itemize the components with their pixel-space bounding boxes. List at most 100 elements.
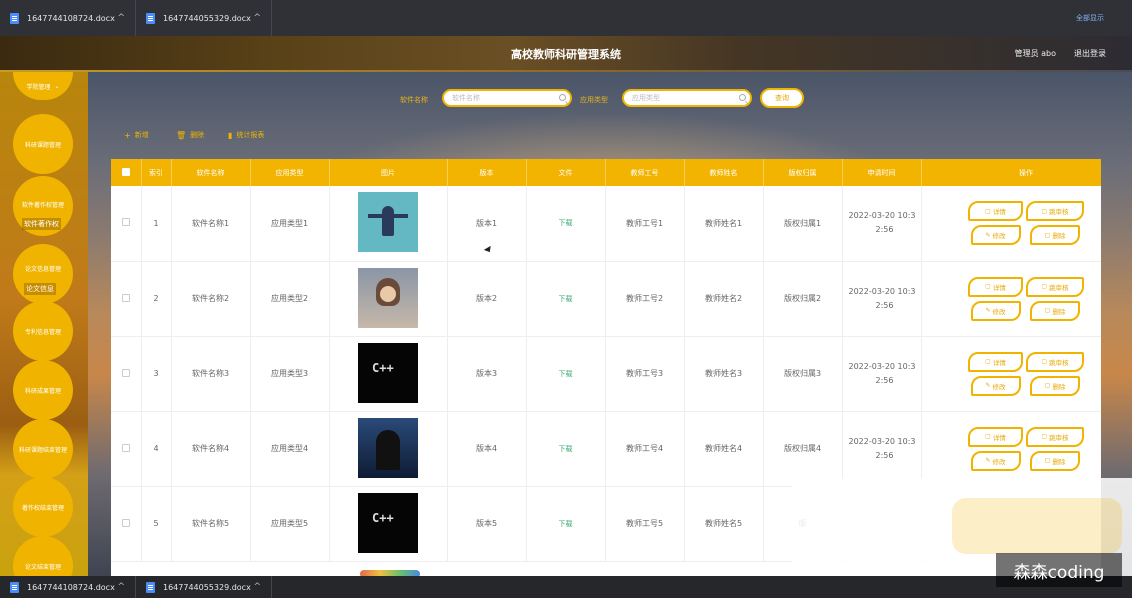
download-link[interactable]: 下载 [559, 445, 573, 453]
column-header: 操作 [921, 159, 1101, 186]
download-bar-bottom: 1647744108724.docx ^ 1647744055329.docx … [0, 576, 1132, 598]
edit-button[interactable]: ✎ 修改 [970, 450, 1021, 471]
column-header: 版本 [447, 159, 527, 186]
row-actions: ▢ 详情 ▢ 跳审核 ✎ 修改 ▢ 删除 [922, 426, 1102, 471]
owner-cell: 版权归属1 [763, 186, 843, 262]
review-button[interactable]: ▢ 跳审核 [1026, 351, 1084, 372]
delete-row-button[interactable]: ▢ 删除 [1030, 300, 1080, 321]
download-item[interactable]: 1647744108724.docx ^ [0, 576, 136, 598]
watermark: 森森coding [996, 553, 1122, 587]
select-all-checkbox-cell[interactable] [111, 159, 142, 186]
row-checkbox[interactable] [121, 218, 130, 227]
sidebar-item-label: 论文信息管理 [24, 266, 61, 273]
row-checkbox-cell[interactable] [111, 186, 142, 262]
download-link[interactable]: 下载 [559, 520, 573, 528]
edit-button[interactable]: ✎ 修改 [970, 300, 1021, 321]
row-checkbox[interactable] [121, 518, 130, 527]
file-cell: 下载 [526, 411, 606, 487]
software-image[interactable] [358, 267, 418, 328]
row-checkbox-cell[interactable] [111, 486, 142, 562]
trash-icon: ▢ [1044, 382, 1051, 389]
apply-time-line2: 2:56 [875, 450, 894, 460]
delete-row-button[interactable]: ▢ 删除 [1030, 225, 1080, 246]
query-button[interactable]: 查询 [760, 88, 804, 108]
software-name-search[interactable] [442, 89, 572, 107]
review-button[interactable]: ▢ 跳审核 [1026, 276, 1084, 297]
software-image[interactable] [358, 417, 418, 478]
table-row: 3 软件名称3 应用类型3 C++ 版本3 下载 教师工号3 教师姓名3 版权归… [111, 336, 1102, 412]
software-image[interactable]: C++ [358, 342, 418, 403]
edit-button[interactable]: ✎ 修改 [970, 375, 1021, 396]
sidebar-item-college[interactable]: 学院管理 ⌄ [13, 72, 73, 100]
software-name-input[interactable] [444, 91, 570, 105]
review-button[interactable]: ▢ 跳审核 [1026, 426, 1084, 447]
detail-button[interactable]: ▢ 详情 [968, 276, 1023, 297]
row-checkbox[interactable] [121, 293, 130, 302]
apply-time-line1: 2022-03-20 10:3 [848, 286, 916, 296]
row-checkbox[interactable] [121, 368, 130, 377]
sidebar-item-topic-conclusion[interactable]: 科研课题结束管理 [13, 419, 73, 479]
stats-report-button[interactable]: ▮ 统计报表 [228, 130, 264, 140]
select-all-checkbox[interactable] [121, 167, 130, 176]
download-filename: 1647744108724.docx [27, 13, 115, 23]
chevron-up-icon[interactable]: ^ [117, 582, 125, 592]
sidebar-item-paper-conclusion[interactable]: 论文结束管理 [13, 536, 73, 576]
image-cell: C++ [329, 486, 448, 562]
delete-row-button[interactable]: ▢ 删除 [1030, 375, 1080, 396]
row-checkbox-cell[interactable] [111, 411, 142, 487]
row-checkbox-cell[interactable] [111, 336, 142, 412]
app-type-input[interactable] [624, 91, 750, 105]
sidebar-item-patent[interactable]: 专利信息管理 [13, 301, 73, 361]
sidebar-item-label: 科研课题结束管理 [18, 446, 67, 454]
add-button[interactable]: + 新增 [124, 130, 149, 140]
sidebar-item-research-topic[interactable]: 科研课题管理 [13, 114, 73, 174]
column-header: 应用类型 [250, 159, 330, 186]
sidebar-item-paper-info[interactable]: 论文信息管理 [13, 244, 73, 304]
trash-icon: ▢ [1044, 231, 1051, 239]
download-link[interactable]: 下载 [559, 370, 573, 378]
detail-button[interactable]: ▢ 详情 [968, 351, 1023, 372]
software-name-cell: 软件名称2 [171, 261, 251, 337]
chevron-down-icon: ⌄ [54, 82, 60, 90]
review-button[interactable]: ▢ 跳审核 [1026, 201, 1084, 222]
download-item[interactable]: 1647744055329.docx ^ [136, 576, 272, 598]
row-checkbox-cell[interactable] [111, 261, 142, 337]
detail-button[interactable]: ▢ 详情 [968, 426, 1023, 447]
sidebar-item-copyright-conclusion[interactable]: 著作权结束管理 [13, 477, 73, 537]
version-cell: 版本2 [447, 261, 527, 337]
teacher-name-cell: 教师姓名3 [684, 336, 764, 412]
teacher-name-cell: 教师姓名2 [684, 261, 764, 337]
download-link[interactable]: 下载 [559, 219, 573, 227]
chevron-up-icon[interactable]: ^ [253, 13, 261, 23]
logout-button[interactable]: 退出登录 [1074, 48, 1106, 59]
chevron-up-icon[interactable]: ^ [117, 13, 125, 23]
sidebar-subitem-software-copyright[interactable]: 软件著作权 [22, 218, 61, 230]
image-cell [329, 261, 448, 337]
edit-button[interactable]: ✎ 修改 [970, 225, 1021, 246]
download-item[interactable]: 1647744055329.docx ^ [136, 0, 272, 36]
file-cell: 下载 [526, 261, 606, 337]
image-cell [329, 411, 448, 487]
row-actions: ▢ 详情 ▢ 跳审核 ✎ 修改 ▢ 删除 [922, 276, 1102, 321]
apply-time-line2: 2:56 [875, 225, 894, 235]
download-link[interactable]: 下载 [559, 295, 573, 303]
row-checkbox[interactable] [121, 443, 130, 452]
sidebar-item-research-result[interactable]: 科研成果管理 [13, 360, 73, 420]
detail-button[interactable]: ▢ 详情 [968, 201, 1023, 222]
software-image[interactable]: C++ [358, 492, 418, 553]
sidebar-item-label: 软件著作权管理 [21, 202, 64, 209]
delete-button[interactable]: 🗑 删除 [176, 130, 204, 140]
app-type-search[interactable] [622, 89, 752, 107]
pencil-icon: ✎ [985, 231, 991, 239]
app-type-cell: 应用类型4 [250, 411, 330, 487]
show-all-downloads-link[interactable]: 全部显示 [1076, 13, 1104, 23]
download-filename: 1647744055329.docx [163, 13, 251, 23]
app-type-cell: 应用类型2 [250, 261, 330, 337]
download-item[interactable]: 1647744108724.docx ^ [0, 0, 136, 36]
software-image[interactable] [358, 192, 418, 253]
chevron-up-icon[interactable]: ^ [253, 582, 261, 592]
sidebar-subitem-paper-info[interactable]: 论文信息 [24, 283, 56, 295]
row-actions: ▢ 详情 ▢ 跳审核 ✎ 修改 ▢ 删除 [922, 351, 1102, 396]
teacher-id-cell: 教师工号5 [605, 486, 685, 562]
delete-row-button[interactable]: ▢ 删除 [1030, 450, 1080, 471]
